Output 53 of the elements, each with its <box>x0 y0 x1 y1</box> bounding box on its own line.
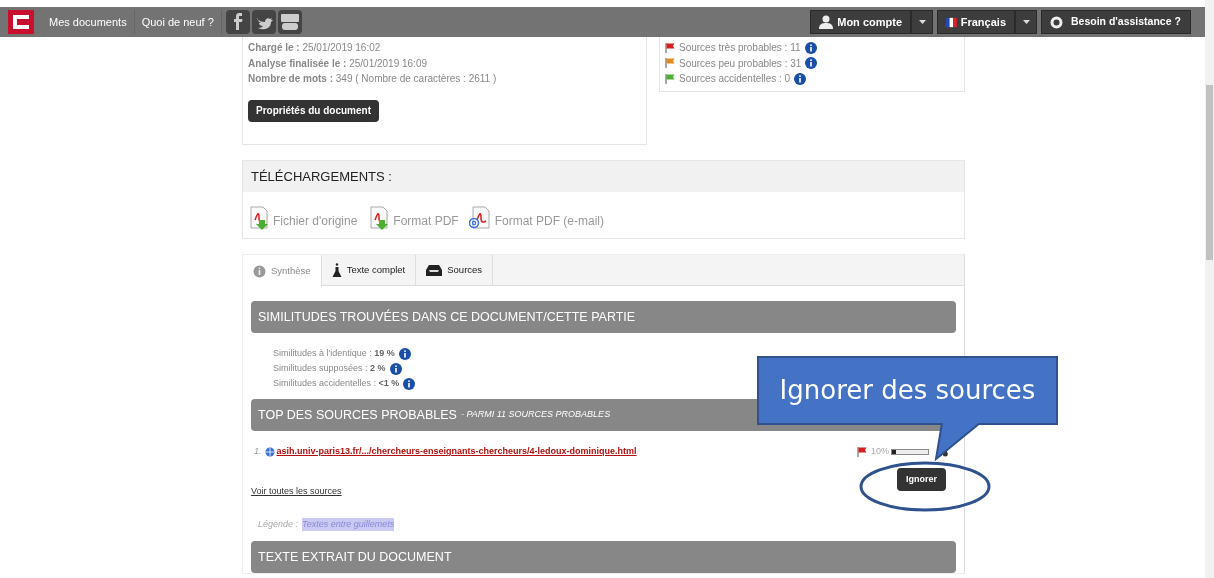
dropdown-button[interactable] <box>911 10 933 34</box>
flag-icon <box>857 447 867 457</box>
tray-icon <box>426 264 443 276</box>
ignore-button[interactable]: Ignorer <box>897 468 946 491</box>
facebook-icon[interactable] <box>225 10 250 34</box>
properties-button[interactable]: Propriétés du document <box>248 99 379 122</box>
source-count: Sources peu probables : 31 <box>679 56 802 71</box>
source-count: Sources accidentelles : 0 <box>679 72 791 86</box>
nav-link[interactable]: Quoi de neuf ? <box>134 10 222 34</box>
legend-label: Légende : <box>258 517 299 531</box>
downloads-title: TÉLÉCHARGEMENTS : <box>243 161 964 192</box>
similarity-line: Similitudes à l'identique : 19 % <box>273 347 395 360</box>
similarity-line: Similitudes accidentelles : <1 % <box>273 377 400 390</box>
globe-icon <box>264 447 275 457</box>
tab[interactable]: Synthèse <box>243 255 322 287</box>
tab[interactable]: Sources <box>416 255 494 285</box>
dropdown-button[interactable] <box>1015 10 1037 34</box>
help-button[interactable]: Besoin d'assistance ? <box>1041 10 1191 34</box>
source-count: Sources très probables : 11 <box>679 41 801 55</box>
info-icon[interactable] <box>389 362 402 375</box>
similarity-line: Similitudes supposées : 2 % <box>273 362 386 375</box>
scrollbar[interactable] <box>1205 0 1214 578</box>
quoted-text-legend: Textes entre guillemets <box>302 517 395 531</box>
pdf-download-icon[interactable] <box>247 206 271 230</box>
language-button[interactable]: Français <box>937 10 1015 34</box>
info-icon[interactable] <box>403 377 416 390</box>
similarity-meter <box>891 449 929 455</box>
info-icon[interactable] <box>794 72 807 85</box>
tab[interactable]: Texte complet <box>321 255 417 285</box>
source-link[interactable]: asih.univ-paris13.fr/.../chercheurs-enseignants-chercheurs/4-ledoux-dominique.html <box>276 445 637 459</box>
section-header: SIMILITUDES TROUVÉES DANS CE DOCUMENT/CETTE PARTIE <box>251 301 956 333</box>
caret-icon <box>1022 20 1030 24</box>
french-flag-icon <box>946 15 957 29</box>
section-header: TEXTE EXTRAIT DU DOCUMENT <box>251 541 956 573</box>
info-line: Analyse finalisée le : 25/01/2019 16:09 <box>248 56 429 71</box>
info-icon[interactable] <box>398 347 411 360</box>
percent-value: 10% <box>871 445 889 459</box>
twitter-icon[interactable] <box>251 10 276 34</box>
account-button[interactable]: Mon compte <box>810 10 911 34</box>
see-all-sources-link[interactable]: Voir toutes les sources <box>251 485 342 499</box>
info-line: Chargé le : 25/01/2019 16:02 <box>248 41 382 55</box>
logo-icon[interactable] <box>8 10 34 34</box>
info-icon[interactable] <box>805 57 818 70</box>
flask-icon <box>331 263 342 277</box>
caret-icon <box>918 20 926 24</box>
info-icon[interactable] <box>804 41 817 54</box>
pdf-email-icon[interactable] <box>468 206 493 230</box>
lifebuoy-icon <box>1050 15 1063 29</box>
info-icon <box>253 264 266 278</box>
nav-link[interactable]: Mes documents <box>42 10 135 34</box>
user-icon <box>819 15 834 29</box>
row-number: 1. <box>254 445 262 459</box>
info-line: Nombre de mots : 349 ( Nombre de caractères : 2611 ) <box>248 72 498 86</box>
